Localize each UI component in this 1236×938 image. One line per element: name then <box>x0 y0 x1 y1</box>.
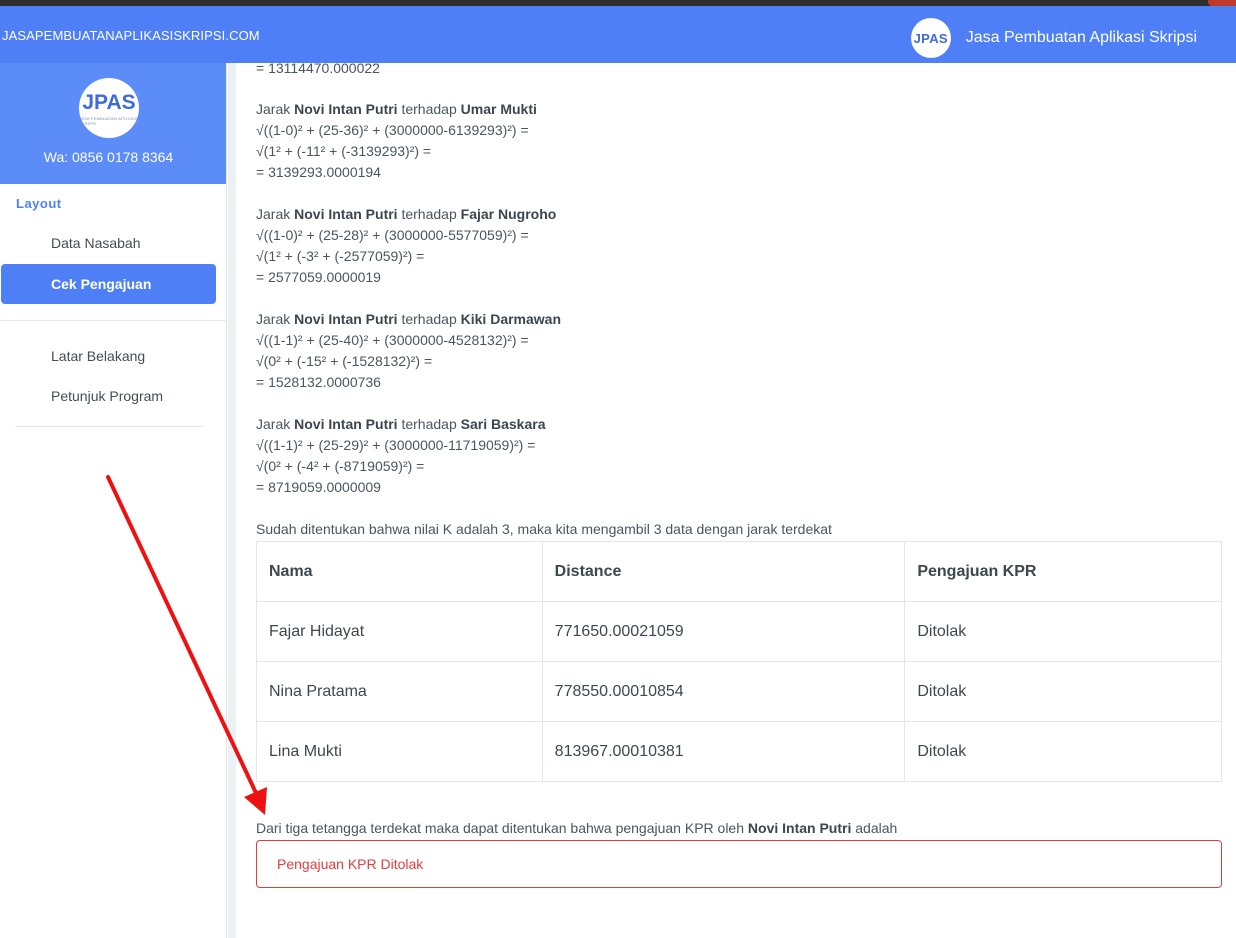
nearest-neighbors-table: Nama Distance Pengajuan KPR Fajar Hidaya… <box>256 541 1222 782</box>
sidebar-item-petunjuk-program[interactable]: Petunjuk Program <box>1 376 216 416</box>
table-row: Fajar Hidayat 771650.00021059 Ditolak <box>256 601 1222 662</box>
sidebar-header: JPAS JASA PEMBUATAN APLIKASI SKRIPSI Wa:… <box>0 63 226 184</box>
formula-line: √(1² + (-3² + (-2577059)²) = <box>256 248 425 264</box>
heading-relation: terhadap <box>401 416 457 432</box>
conclusion-text: Dari tiga tetangga terdekat maka dapat d… <box>256 820 897 836</box>
formula-line: √(0² + (-15² + (-1528132)²) = <box>256 353 433 369</box>
sidebar-item-latar-belakang[interactable]: Latar Belakang <box>1 336 216 376</box>
target-name: Fajar Nugroho <box>460 206 557 222</box>
distance-heading: Jarak Novi Intan Putri terhadap Fajar Nu… <box>256 206 556 222</box>
top-navbar: JASAPEMBUATANAPLIKASISKRIPSI.COM JPAS Ja… <box>0 6 1236 63</box>
heading-prefix: Jarak <box>256 206 291 222</box>
cell-nama: Lina Mukti <box>256 721 543 782</box>
column-header-pengajuan-kpr: Pengajuan KPR <box>904 541 1222 602</box>
formula-line: √((1-0)² + (25-36)² + (3000000-6139293)²… <box>256 122 529 138</box>
heading-prefix: Jarak <box>256 101 291 117</box>
conclusion-prefix: Dari tiga tetangga terdekat maka dapat d… <box>256 820 745 836</box>
subject-name: Novi Intan Putri <box>747 820 852 836</box>
target-name: Sari Baskara <box>460 416 546 432</box>
cell-nama: Nina Pratama <box>256 661 543 722</box>
target-name: Kiki Darmawan <box>460 311 562 327</box>
target-name: Umar Mukti <box>460 101 537 117</box>
table-header-row: Nama Distance Pengajuan KPR <box>256 541 1222 602</box>
whatsapp-contact: Wa: 0856 0178 8364 <box>43 149 174 165</box>
subject-name: Novi Intan Putri <box>294 101 398 117</box>
formula-line: √(0² + (-4² + (-8719059)²) = <box>256 458 425 474</box>
heading-relation: terhadap <box>401 311 457 327</box>
sidebar-item-cek-pengajuan[interactable]: Cek Pengajuan <box>1 264 216 304</box>
k-statement: Sudah ditentukan bahwa nilai K adalah 3,… <box>256 521 832 537</box>
distance-result: = 13114470.000022 <box>256 60 380 76</box>
content-gutter <box>228 63 236 938</box>
formula-line: √((1-1)² + (25-40)² + (3000000-4528132)²… <box>256 332 529 348</box>
table-row: Nina Pratama 778550.00010854 Ditolak <box>256 661 1222 722</box>
distance-result: = 8719059.0000009 <box>256 479 381 495</box>
column-header-distance: Distance <box>541 541 906 602</box>
distance-result: = 2577059.0000019 <box>256 269 381 285</box>
arrow-head-icon <box>244 787 267 815</box>
jpas-logo-icon: JPAS JASA PEMBUATAN APLIKASI SKRIPSI <box>79 78 139 138</box>
logo-subtext: JASA PEMBUATAN APLIKASI SKRIPSI <box>79 115 138 126</box>
heading-relation: terhadap <box>401 206 457 222</box>
cell-distance: 778550.00010854 <box>541 661 906 722</box>
formula-line: √((1-1)² + (25-29)² + (3000000-11719059)… <box>256 437 536 453</box>
heading-prefix: Jarak <box>256 311 291 327</box>
cell-distance: 813967.00010381 <box>541 721 906 782</box>
subject-name: Novi Intan Putri <box>294 416 398 432</box>
formula-line: √((1-0)² + (25-28)² + (3000000-5577059)²… <box>256 227 529 243</box>
sidebar-divider <box>0 320 226 321</box>
table-row: Lina Mukti 813967.00010381 Ditolak <box>256 721 1222 782</box>
sidebar-divider <box>15 426 203 427</box>
sidebar-item-data-nasabah[interactable]: Data Nasabah <box>1 223 216 263</box>
cell-nama: Fajar Hidayat <box>256 601 543 662</box>
sidebar-section-label: Layout <box>16 196 62 211</box>
brand-title: Jasa Pembuatan Aplikasi Skripsi <box>965 29 1197 46</box>
brand[interactable]: JPAS Jasa Pembuatan Aplikasi Skripsi <box>910 18 1197 58</box>
cell-pengajuan: Ditolak <box>904 661 1222 722</box>
formula-line: √(1² + (-11² + (-3139293)²) = <box>256 143 432 159</box>
column-header-nama: Nama <box>256 541 543 602</box>
heading-prefix: Jarak <box>256 416 291 432</box>
cell-pengajuan: Ditolak <box>904 721 1222 782</box>
distance-result: = 1528132.0000736 <box>256 374 381 390</box>
heading-relation: terhadap <box>401 101 457 117</box>
sidebar: JPAS JASA PEMBUATAN APLIKASI SKRIPSI Wa:… <box>0 63 227 938</box>
distance-heading: Jarak Novi Intan Putri terhadap Sari Bas… <box>256 416 545 432</box>
subject-name: Novi Intan Putri <box>294 206 398 222</box>
subject-name: Novi Intan Putri <box>294 311 398 327</box>
cell-distance: 771650.00021059 <box>541 601 906 662</box>
distance-heading: Jarak Novi Intan Putri terhadap Umar Muk… <box>256 101 537 117</box>
logo-text: JPAS <box>82 90 136 114</box>
result-alert: Pengajuan KPR Ditolak <box>256 840 1222 888</box>
distance-heading: Jarak Novi Intan Putri terhadap Kiki Dar… <box>256 311 561 327</box>
cell-pengajuan: Ditolak <box>904 601 1222 662</box>
site-url-link[interactable]: JASAPEMBUATANAPLIKASISKRIPSI.COM <box>2 28 260 43</box>
distance-result: = 3139293.0000194 <box>256 164 381 180</box>
jpas-logo-icon: JPAS <box>910 18 951 58</box>
conclusion-suffix: adalah <box>855 820 898 836</box>
